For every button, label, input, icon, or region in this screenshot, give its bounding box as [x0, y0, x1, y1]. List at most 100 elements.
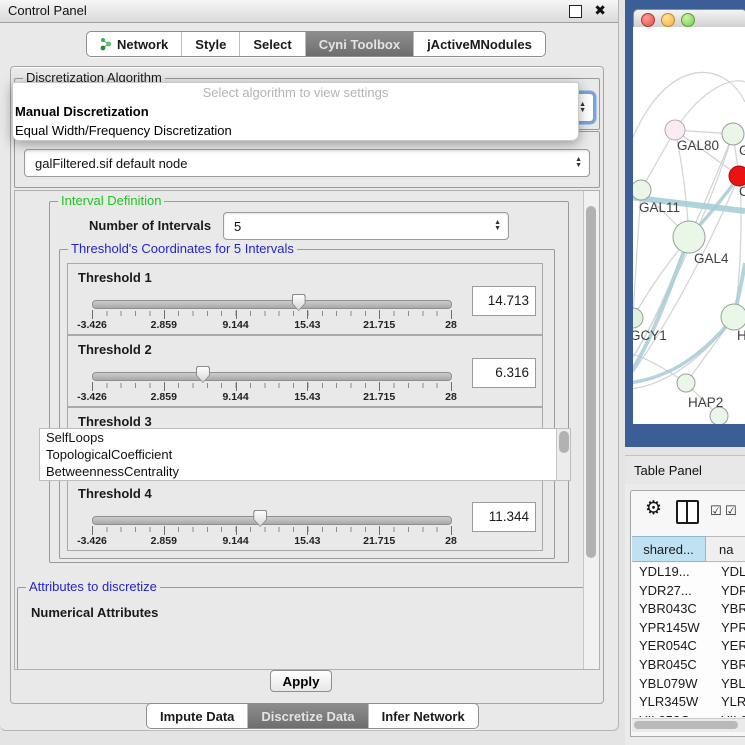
combo-arrows-icon: ▲▼ [575, 157, 582, 169]
tab-label: Select [253, 37, 291, 52]
table-row[interactable]: YIL052CYIL0 [632, 712, 745, 717]
table-row[interactable]: YBR043CYBR0 [632, 600, 745, 619]
table-row[interactable]: YBL079WYBL0 [632, 675, 745, 694]
threshold-label: Threshold 4 [78, 486, 152, 501]
table-row[interactable]: YER054CYER0 [632, 637, 745, 656]
columns-icon[interactable] [676, 500, 699, 524]
table-cell: YDL1 [713, 563, 745, 582]
network-icon [100, 37, 112, 51]
dropdown-option[interactable]: Manual Discretization [13, 102, 578, 121]
table-cell: YER054C [632, 637, 713, 656]
tick-label: 21.715 [363, 391, 395, 403]
tab-label: Discretize Data [261, 709, 354, 724]
gear-icon[interactable]: ⚙ [645, 497, 662, 520]
tick-label: 2.859 [151, 391, 177, 403]
table-horizontal-scrollbar[interactable] [632, 718, 745, 732]
tab-impute-data[interactable]: Impute Data [147, 704, 248, 728]
network-node[interactable] [677, 374, 695, 392]
num-intervals-combobox[interactable]: 5 ▲▼ [223, 212, 509, 240]
algorithm-dropdown-popup: Select algorithm to view settings Manual… [12, 82, 579, 141]
tab-select[interactable]: Select [240, 32, 305, 56]
network-node[interactable] [729, 166, 745, 186]
attributes-group: Attributes to discretize [17, 587, 585, 670]
slider-ticks [92, 526, 451, 535]
dropdown-options: Manual DiscretizationEqual Width/Frequen… [13, 102, 578, 140]
tick-label: 21.715 [363, 319, 395, 331]
table-panel-titlebar: Table Panel [625, 455, 745, 486]
attribute-list-item[interactable]: BetweennessCentrality [40, 463, 570, 480]
window-title: Control Panel [8, 0, 87, 22]
table-data-combobox[interactable]: galFiltered.sif default node ▲▼ [24, 149, 590, 177]
network-node[interactable] [633, 308, 643, 328]
settings-scrollpane: Interval Definition Number of Intervals … [14, 190, 600, 670]
apply-button[interactable]: Apply [270, 670, 332, 692]
tab-style[interactable]: Style [182, 32, 240, 56]
table-row[interactable]: YBR045CYBR0 [632, 656, 745, 675]
checkbox-icon[interactable]: ☑ [710, 503, 722, 519]
threshold-box-2: Threshold 2-3.4262.8599.14415.4321.71528… [67, 335, 543, 407]
table-cell: YBL0 [713, 675, 745, 694]
network-view-frame: GAL80GCGAL11GAL4GCY1HHAP2 [625, 0, 745, 447]
attribute-list-item[interactable]: SelfLoops [40, 429, 570, 446]
table-header-row: shared...na [632, 536, 745, 562]
table-cell: YDL19... [632, 563, 713, 582]
network-canvas[interactable]: GAL80GCGAL11GAL4GCY1HHAP2 [633, 27, 745, 424]
column-header[interactable]: shared... [632, 536, 706, 562]
table-cell: YLR3 [713, 693, 745, 712]
numerical-attributes-label: Numerical Attributes [31, 605, 158, 620]
tick-label: 28 [445, 535, 457, 547]
table-row[interactable]: YPR145WYPR1 [632, 619, 745, 638]
slider-track[interactable] [92, 516, 452, 525]
numerical-attributes-list[interactable]: SelfLoopsTopologicalCoefficientBetweenne… [39, 428, 571, 481]
tick-label: 15.43 [294, 391, 320, 403]
slider-track[interactable] [92, 300, 452, 309]
tick-label: 28 [445, 319, 457, 331]
mac-minimize-icon[interactable] [661, 13, 675, 27]
tab-discretize-data[interactable]: Discretize Data [248, 704, 368, 728]
tick-label: 15.43 [294, 319, 320, 331]
tab-jactivemnodules[interactable]: jActiveMNodules [414, 32, 545, 56]
table-row[interactable]: YDR27...YDR2 [632, 582, 745, 601]
table-cell: YDR2 [713, 582, 745, 601]
tab-label: jActiveMNodules [427, 37, 532, 52]
table-row[interactable]: YLR345WYLR3 [632, 693, 745, 712]
attributes-list-scrollbar[interactable] [556, 429, 570, 480]
network-node[interactable] [673, 221, 705, 253]
tab-label: Impute Data [160, 709, 234, 724]
threshold-value-field[interactable]: 14.713 [472, 286, 536, 316]
threshold-value-field[interactable]: 6.316 [472, 358, 536, 388]
tick-label: 9.144 [222, 319, 248, 331]
column-header[interactable]: na [706, 536, 745, 562]
attribute-list-item[interactable]: TopologicalCoefficient [40, 446, 570, 463]
float-window-icon[interactable] [569, 5, 582, 18]
tab-label: Infer Network [382, 709, 465, 724]
table-cell: YBR043C [632, 600, 713, 619]
combo-arrows-icon: ▲▼ [579, 102, 586, 114]
network-node[interactable] [633, 180, 651, 200]
settings-vertical-scrollbar[interactable] [583, 191, 599, 669]
slider-track[interactable] [92, 372, 452, 381]
tab-network[interactable]: Network [87, 32, 182, 56]
network-window-titlebar [633, 9, 745, 29]
table-cell: YDR27... [632, 582, 713, 601]
network-node[interactable] [721, 304, 745, 330]
tab-infer-network[interactable]: Infer Network [369, 704, 478, 728]
mac-zoom-icon[interactable] [681, 13, 695, 27]
dropdown-option[interactable]: Equal Width/Frequency Discretization [13, 121, 578, 140]
table-row[interactable]: YDL19...YDL1 [632, 563, 745, 582]
network-node[interactable] [722, 123, 744, 145]
table-rows: YDL19...YDL1YDR27...YDR2YBR043CYBR0YPR14… [632, 563, 745, 717]
dropdown-placeholder: Select algorithm to view settings [13, 83, 578, 102]
num-intervals-value: 5 [234, 213, 241, 239]
threshold-value-field[interactable]: 11.344 [472, 502, 536, 532]
table-cell: YBL079W [632, 675, 713, 694]
network-node[interactable] [665, 120, 685, 140]
mac-close-icon[interactable] [641, 13, 655, 27]
tick-label: 2.859 [151, 535, 177, 547]
close-icon[interactable]: ✖ [594, 2, 606, 19]
threshold-box-1: Threshold 1-3.4262.8599.14415.4321.71528… [67, 263, 543, 335]
tab-label: Style [195, 37, 226, 52]
checkbox-icon[interactable]: ☑ [725, 503, 737, 519]
tab-cyni-toolbox[interactable]: Cyni Toolbox [306, 32, 414, 56]
screen: Control Panel ✖ Network Style Select Cyni T… [0, 0, 745, 745]
